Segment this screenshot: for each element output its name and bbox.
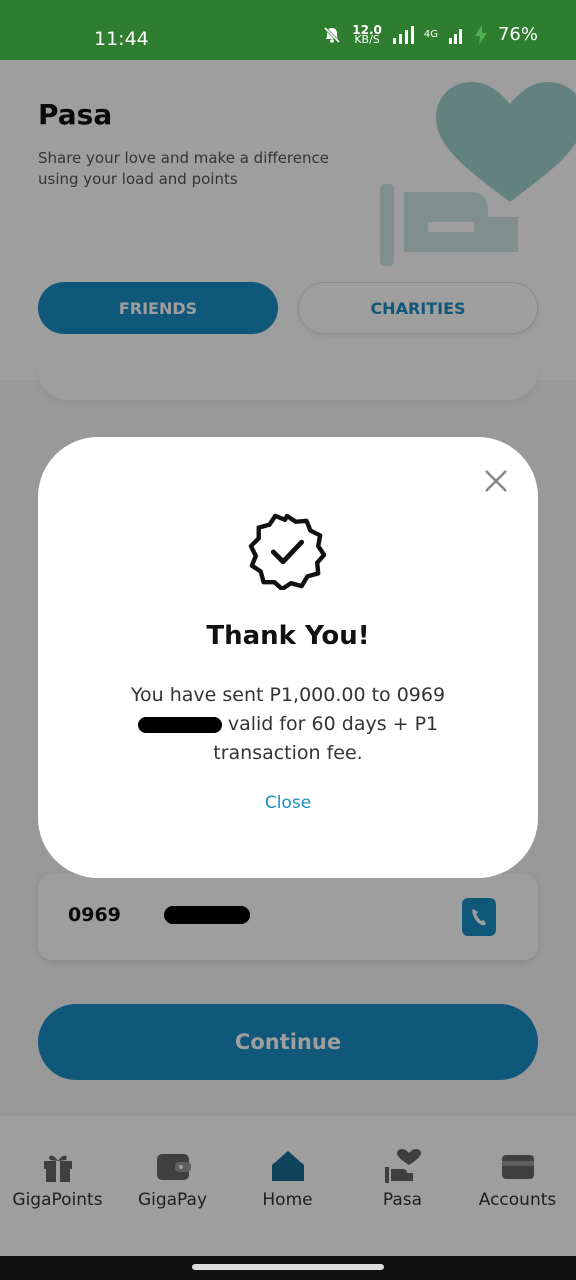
signal-icon	[392, 25, 414, 44]
status-time: 11:44	[94, 28, 149, 50]
redaction-bar	[137, 716, 222, 733]
dialog-title: Thank You!	[206, 621, 370, 651]
status-icons: 12.0 KB/S 4G 76%	[322, 24, 538, 45]
dialog-message: You have sent P1,000.00 to 0969 valid fo…	[108, 681, 468, 768]
network-type: 4G	[423, 29, 438, 40]
home-gesture-handle[interactable]	[192, 1264, 384, 1270]
battery-charging-icon	[474, 24, 487, 45]
thank-you-dialog: Thank You! You have sent P1,000.00 to 09…	[38, 437, 538, 878]
net-speed: 12.0 KB/S	[352, 22, 382, 46]
battery-level: 76%	[497, 24, 538, 45]
signal-icon-2	[448, 28, 462, 44]
system-nav-bar	[0, 1256, 576, 1280]
dialog-message-part2: valid for 60 days + P1 transaction fee.	[213, 713, 439, 764]
close-icon[interactable]	[482, 467, 510, 495]
status-bar: 11:44 12.0 KB/S 4G 76%	[0, 0, 576, 60]
close-link[interactable]: Close	[38, 793, 538, 813]
verified-badge-icon	[248, 513, 326, 590]
dialog-message-part1: You have sent P1,000.00 to 0969	[130, 684, 446, 706]
bell-off-icon	[324, 26, 341, 43]
